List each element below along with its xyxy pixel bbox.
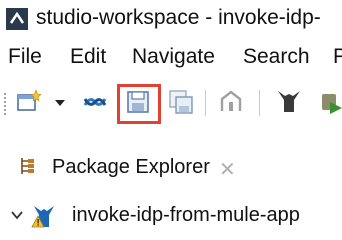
menu-edit[interactable]: Edit bbox=[70, 45, 106, 69]
anypoint-icon bbox=[220, 90, 242, 111]
link-button[interactable] bbox=[82, 88, 108, 116]
window-title: studio-workspace - invoke-idp- bbox=[36, 6, 321, 29]
close-icon[interactable]: ✕ bbox=[219, 157, 236, 182]
mule-project-icon bbox=[31, 206, 54, 228]
project-label: invoke-idp-from-mule-app bbox=[72, 204, 300, 226]
tab-package-explorer[interactable]: Package Explorer bbox=[52, 156, 210, 179]
new-wizard-icon bbox=[17, 89, 42, 111]
title-bar: studio-workspace - invoke-idp- bbox=[0, 0, 342, 40]
toolbar-separator bbox=[259, 90, 260, 116]
package-explorer-icon bbox=[21, 158, 34, 174]
run-icon bbox=[322, 94, 342, 114]
toolbar-grip[interactable] bbox=[3, 92, 7, 116]
chevron-down-icon[interactable] bbox=[10, 208, 24, 222]
menu-search[interactable]: Search bbox=[243, 45, 310, 69]
mule-button[interactable] bbox=[276, 88, 302, 116]
save-highlight-box bbox=[117, 84, 161, 124]
save-all-icon bbox=[169, 90, 193, 114]
save-all-button[interactable] bbox=[168, 88, 194, 116]
anypoint-button[interactable] bbox=[218, 88, 244, 116]
run-button[interactable] bbox=[318, 88, 342, 116]
toolbar-separator bbox=[205, 90, 206, 116]
menu-project[interactable]: P bbox=[333, 45, 342, 69]
dropdown-arrow-icon bbox=[55, 100, 65, 106]
mule-icon bbox=[278, 91, 300, 112]
menu-navigate[interactable]: Navigate bbox=[132, 45, 215, 69]
new-wizard-button[interactable] bbox=[16, 88, 42, 116]
new-wizard-dropdown[interactable] bbox=[52, 88, 68, 116]
anypoint-studio-icon bbox=[6, 8, 28, 30]
main-toolbar bbox=[0, 78, 342, 128]
menu-file[interactable]: File bbox=[8, 45, 42, 69]
link-icon bbox=[83, 98, 107, 106]
menu-bar: File Edit Navigate Search P bbox=[0, 40, 342, 76]
